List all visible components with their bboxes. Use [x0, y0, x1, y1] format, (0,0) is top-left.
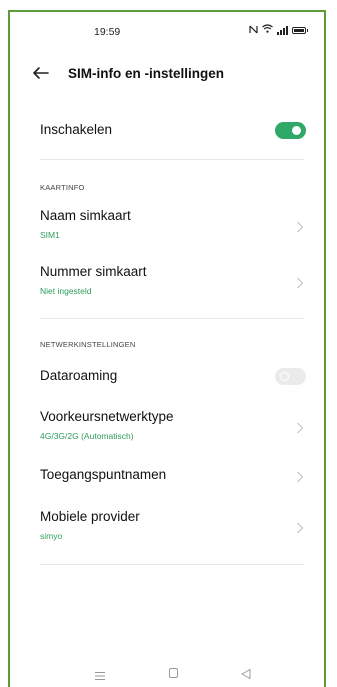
chevron-right-icon	[296, 521, 304, 534]
data-roaming-toggle[interactable]	[275, 368, 306, 385]
enable-label: Inschakelen	[40, 122, 113, 137]
divider	[40, 318, 304, 319]
sim-name-row[interactable]: Naam simkaart SIM1	[10, 208, 324, 248]
apn-label: Toegangspuntnamen	[40, 467, 167, 482]
chevron-right-icon	[296, 220, 304, 233]
sim-name-value: SIM1	[40, 230, 60, 240]
chevron-right-icon	[296, 470, 304, 483]
section-title-network-settings: NETWERKINSTELLINGEN	[40, 340, 136, 349]
navigation-bar	[10, 662, 324, 686]
enable-row[interactable]: Inschakelen	[10, 116, 324, 146]
mobile-provider-row[interactable]: Mobiele provider simyo	[10, 509, 324, 549]
section-title-card-info: KAARTINFO	[40, 183, 85, 192]
mobile-provider-label: Mobiele provider	[40, 509, 140, 524]
sim-number-row[interactable]: Nummer simkaart Niet ingesteld	[10, 264, 324, 304]
divider	[40, 564, 304, 565]
chevron-right-icon	[296, 421, 304, 434]
chevron-right-icon	[296, 276, 304, 289]
menu-icon[interactable]	[94, 668, 106, 680]
preferred-network-label: Voorkeursnetwerktype	[40, 409, 174, 424]
status-icons	[249, 24, 308, 36]
mobile-provider-value: simyo	[40, 531, 63, 541]
home-icon[interactable]	[169, 668, 178, 678]
status-time: 19:59	[94, 26, 121, 38]
divider	[40, 159, 304, 160]
page-title: SIM-info en -instellingen	[68, 66, 224, 81]
status-bar: 19:59	[10, 12, 324, 52]
arrow-left-icon[interactable]	[32, 66, 50, 80]
phone-screen: 19:59 SIM-info en -instellingen Inschake…	[8, 10, 326, 687]
back-triangle-icon[interactable]	[240, 667, 252, 679]
battery-icon	[292, 26, 308, 34]
apn-row[interactable]: Toegangspuntnamen	[10, 467, 324, 491]
nfc-icon	[249, 25, 258, 36]
signal-icon	[277, 25, 288, 35]
sim-name-label: Naam simkaart	[40, 208, 131, 223]
data-roaming-row[interactable]: Dataroaming	[10, 368, 324, 392]
wifi-icon	[262, 24, 273, 36]
page-header: SIM-info en -instellingen	[10, 62, 324, 92]
data-roaming-label: Dataroaming	[40, 368, 118, 383]
enable-toggle[interactable]	[275, 122, 306, 139]
sim-number-value: Niet ingesteld	[40, 286, 92, 296]
preferred-network-value: 4G/3G/2G (Automatisch)	[40, 431, 134, 441]
preferred-network-row[interactable]: Voorkeursnetwerktype 4G/3G/2G (Automatis…	[10, 409, 324, 449]
sim-number-label: Nummer simkaart	[40, 264, 147, 279]
